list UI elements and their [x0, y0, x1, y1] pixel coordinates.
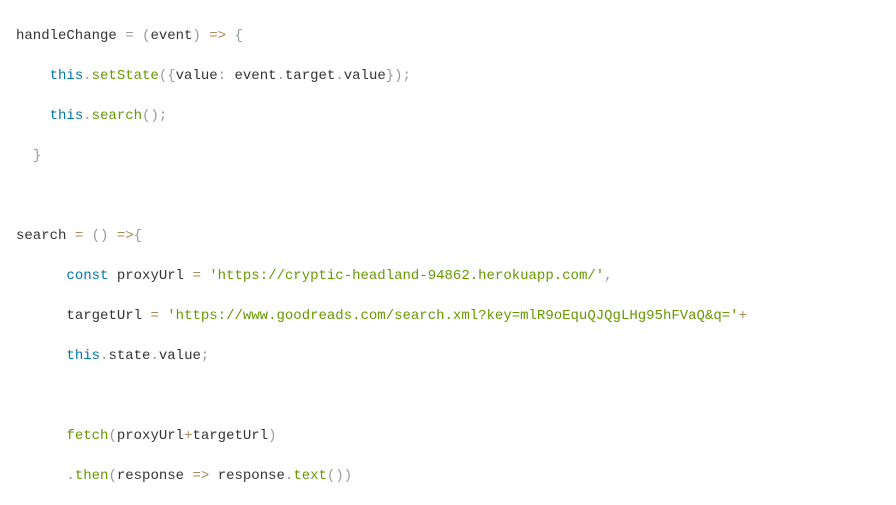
indent [16, 108, 50, 124]
indent [16, 348, 66, 364]
colon: : [218, 68, 226, 84]
punct: (); [142, 108, 167, 124]
brace: { [134, 228, 142, 244]
code-line: } [0, 146, 896, 166]
equals: = [75, 228, 83, 244]
code-line: this.search(); [0, 106, 896, 126]
code-line [0, 386, 896, 406]
code-line: .then(response => response.text()) [0, 466, 896, 486]
punct: ({ [159, 68, 176, 84]
param: event [150, 28, 192, 44]
prop-key: value [176, 68, 218, 84]
arrow: => [209, 28, 226, 44]
code-line: this.setState({value: event.target.value… [0, 66, 896, 86]
comma: , [604, 268, 612, 284]
space [159, 308, 167, 324]
method: search [92, 108, 142, 124]
indent [16, 68, 50, 84]
identifier: event [234, 68, 276, 84]
dot: . [83, 108, 91, 124]
identifier: value [159, 348, 201, 364]
space [108, 268, 116, 284]
method: text [293, 468, 327, 484]
method: then [75, 468, 109, 484]
dot: . [83, 68, 91, 84]
code-line: fetch(proxyUrl+targetUrl) [0, 426, 896, 446]
space [209, 468, 217, 484]
brace: { [226, 28, 243, 44]
plus: + [739, 308, 747, 324]
identifier: proxyUrl [117, 268, 184, 284]
keyword-const: const [66, 268, 108, 284]
keyword-this: this [50, 68, 84, 84]
identifier: targetUrl [192, 428, 268, 444]
code-line: targetUrl = 'https://www.goodreads.com/s… [0, 306, 896, 326]
space [66, 228, 74, 244]
identifier: response [218, 468, 285, 484]
equals: = [192, 268, 200, 284]
code-line [0, 186, 896, 206]
keyword-this: this [50, 108, 84, 124]
semicolon: ; [201, 348, 209, 364]
dot: . [66, 468, 74, 484]
string: 'https://cryptic-headland-94862.herokuap… [209, 268, 604, 284]
indent [16, 308, 66, 324]
identifier: state [108, 348, 150, 364]
indent [16, 148, 33, 164]
identifier: proxyUrl [117, 428, 184, 444]
punct: ) [192, 28, 209, 44]
paren: ( [108, 428, 116, 444]
identifier: targetUrl [66, 308, 142, 324]
identifier: handleChange [16, 28, 117, 44]
punct: = ( [117, 28, 151, 44]
dot: . [150, 348, 158, 364]
paren: ) [268, 428, 276, 444]
indent [16, 428, 66, 444]
code-line: const proxyUrl = 'https://cryptic-headla… [0, 266, 896, 286]
keyword-this: this [66, 348, 100, 364]
indent [16, 268, 66, 284]
string: 'https://www.goodreads.com/search.xml?ke… [167, 308, 738, 324]
param: response [117, 468, 184, 484]
code-editor: handleChange = (event) => { this.setStat… [0, 0, 896, 505]
identifier: search [16, 228, 66, 244]
indent [16, 468, 66, 484]
method: setState [92, 68, 159, 84]
code-line: this.state.value; [0, 346, 896, 366]
brace: } [33, 148, 41, 164]
punct: ()) [327, 468, 352, 484]
code-line: search = () =>{ [0, 226, 896, 246]
identifier: target [285, 68, 335, 84]
dot: . [277, 68, 285, 84]
paren: ( [108, 468, 116, 484]
dot: . [335, 68, 343, 84]
identifier: value [344, 68, 386, 84]
equals: = [150, 308, 158, 324]
function-call: fetch [66, 428, 108, 444]
punct: }); [386, 68, 411, 84]
arrow: => [192, 468, 209, 484]
code-line: handleChange = (event) => { [0, 26, 896, 46]
arrow: => [117, 228, 134, 244]
punct: () [83, 228, 117, 244]
